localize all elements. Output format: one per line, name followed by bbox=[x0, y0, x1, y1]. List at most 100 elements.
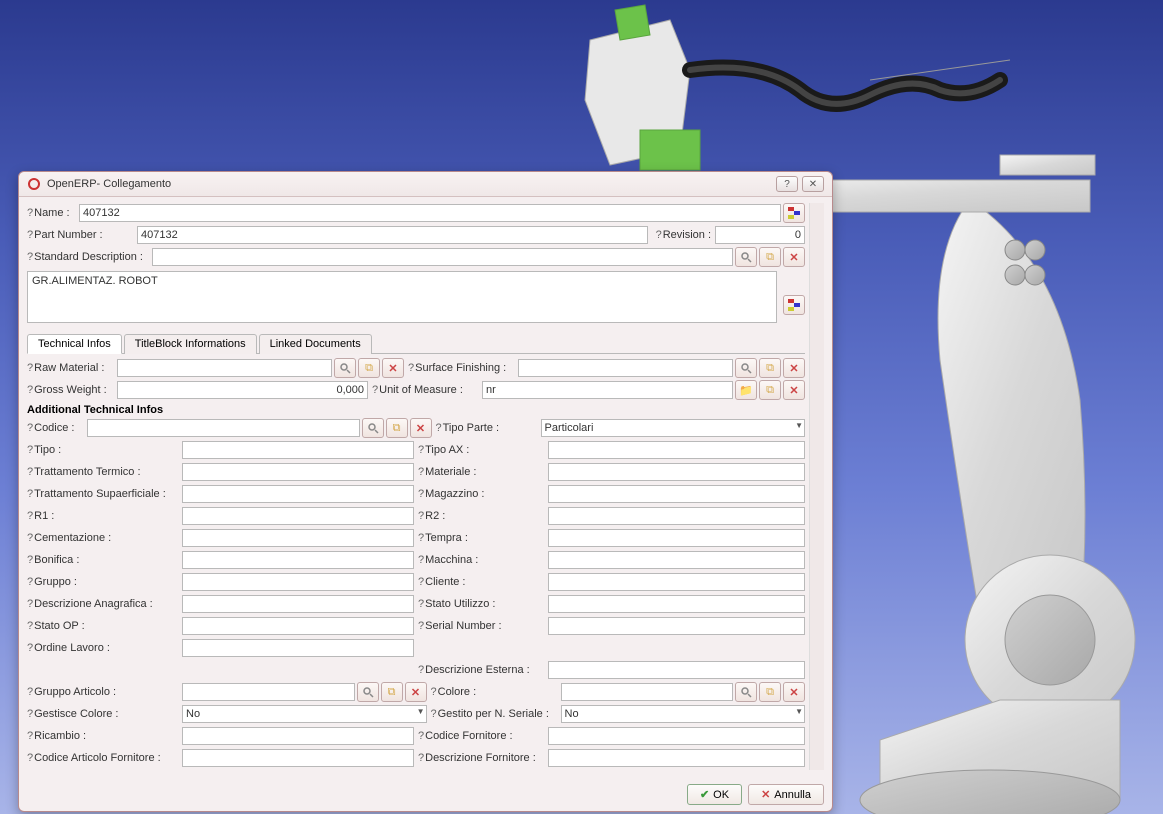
cancel-button[interactable]: ✕Annulla bbox=[748, 784, 824, 805]
std-desc-label: ?Standard Description : bbox=[27, 251, 152, 263]
uom-open[interactable]: ⧉ bbox=[759, 380, 781, 400]
gruppo-articolo-clear[interactable]: ✕ bbox=[405, 682, 427, 702]
part-number-label: ?Part Number : bbox=[27, 229, 137, 241]
codice-input[interactable] bbox=[87, 419, 360, 437]
surface-finishing-input[interactable] bbox=[518, 359, 733, 377]
desc-anag-input[interactable] bbox=[182, 595, 414, 613]
tratt-termico-input[interactable] bbox=[182, 463, 414, 481]
stato-utilizzo-label: ?Stato Utilizzo : bbox=[418, 598, 548, 610]
vertical-scrollbar[interactable] bbox=[809, 203, 824, 770]
gestito-seriale-select[interactable] bbox=[561, 705, 806, 723]
tipo-parte-label: ?Tipo Parte : bbox=[436, 422, 541, 434]
uom-input[interactable] bbox=[482, 381, 733, 399]
name-label: ?Name : bbox=[27, 207, 79, 219]
ricambio-label: ?Ricambio : bbox=[27, 730, 182, 742]
part-number-input[interactable] bbox=[137, 226, 648, 244]
std-desc-input[interactable] bbox=[152, 248, 733, 266]
stato-utilizzo-input[interactable] bbox=[548, 595, 805, 613]
cliente-input[interactable] bbox=[548, 573, 805, 591]
materiale-label: ?Materiale : bbox=[418, 466, 548, 478]
codice-art-forn-input[interactable] bbox=[182, 749, 414, 767]
dialog-title: OpenERP- Collegamento bbox=[47, 178, 772, 190]
gruppo-articolo-input[interactable] bbox=[182, 683, 355, 701]
r2-input[interactable] bbox=[548, 507, 805, 525]
magazzino-input[interactable] bbox=[548, 485, 805, 503]
codice-fornitore-label: ?Codice Fornitore : bbox=[418, 730, 548, 742]
desc-esterna-label: ?Descrizione Esterna : bbox=[418, 664, 548, 676]
gruppo-articolo-label: ?Gruppo Articolo : bbox=[27, 686, 182, 698]
gestito-seriale-label: ?Gestito per N. Seriale : bbox=[431, 708, 561, 720]
tipo-input[interactable] bbox=[182, 441, 414, 459]
macchina-input[interactable] bbox=[548, 551, 805, 569]
tabs: Technical Infos TitleBlock Informations … bbox=[27, 333, 805, 354]
tempra-input[interactable] bbox=[548, 529, 805, 547]
gruppo-input[interactable] bbox=[182, 573, 414, 591]
colore-input[interactable] bbox=[561, 683, 734, 701]
surface-finishing-open[interactable]: ⧉ bbox=[759, 358, 781, 378]
tipo-label: ?Tipo : bbox=[27, 444, 182, 456]
tempra-label: ?Tempra : bbox=[418, 532, 548, 544]
raw-material-label: ?Raw Material : bbox=[27, 362, 117, 374]
gruppo-articolo-open[interactable]: ⧉ bbox=[381, 682, 403, 702]
search-button[interactable] bbox=[735, 247, 757, 267]
stato-op-input[interactable] bbox=[182, 617, 414, 635]
uom-clear[interactable]: ✕ bbox=[783, 380, 805, 400]
help-button[interactable]: ? bbox=[776, 176, 798, 192]
tipo-ax-input[interactable] bbox=[548, 441, 805, 459]
serial-input[interactable] bbox=[548, 617, 805, 635]
check-icon: ✔ bbox=[700, 788, 709, 801]
revision-label: ?Revision : bbox=[656, 229, 715, 241]
open-button[interactable]: ⧉ bbox=[759, 247, 781, 267]
ricambio-input[interactable] bbox=[182, 727, 414, 745]
tipo-parte-select[interactable] bbox=[541, 419, 806, 437]
gruppo-label: ?Gruppo : bbox=[27, 576, 182, 588]
desc-anag-label: ?Descrizione Anagrafica : bbox=[27, 598, 182, 610]
tab-technical-infos[interactable]: Technical Infos bbox=[27, 334, 122, 354]
colore-open[interactable]: ⧉ bbox=[759, 682, 781, 702]
r2-label: ?R2 : bbox=[418, 510, 548, 522]
gross-weight-input[interactable] bbox=[117, 381, 368, 399]
close-icon: ✕ bbox=[761, 788, 770, 801]
ordine-lavoro-input[interactable] bbox=[182, 639, 414, 657]
desc-fornitore-input[interactable] bbox=[548, 749, 805, 767]
surface-finishing-search[interactable] bbox=[735, 358, 757, 378]
codice-clear[interactable]: ✕ bbox=[410, 418, 432, 438]
gestisce-colore-select[interactable] bbox=[182, 705, 427, 723]
codice-art-forn-label: ?Codice Articolo Fornitore : bbox=[27, 752, 182, 764]
gruppo-articolo-search[interactable] bbox=[357, 682, 379, 702]
tab-titleblock-informations[interactable]: TitleBlock Informations bbox=[124, 334, 257, 354]
materiale-input[interactable] bbox=[548, 463, 805, 481]
uom-folder[interactable]: 📁 bbox=[735, 380, 757, 400]
codice-fornitore-input[interactable] bbox=[548, 727, 805, 745]
desc-esterna-input[interactable] bbox=[548, 661, 805, 679]
close-button[interactable]: ✕ bbox=[802, 176, 824, 192]
colore-search[interactable] bbox=[735, 682, 757, 702]
raw-material-open[interactable]: ⧉ bbox=[358, 358, 380, 378]
raw-material-input[interactable] bbox=[117, 359, 332, 377]
revision-input[interactable] bbox=[715, 226, 805, 244]
surface-finishing-clear[interactable]: ✕ bbox=[783, 358, 805, 378]
name-input[interactable] bbox=[79, 204, 781, 222]
raw-material-search[interactable] bbox=[334, 358, 356, 378]
tab-linked-documents[interactable]: Linked Documents bbox=[259, 334, 372, 354]
cementazione-input[interactable] bbox=[182, 529, 414, 547]
macchina-label: ?Macchina : bbox=[418, 554, 548, 566]
surface-finishing-label: ?Surface Finishing : bbox=[408, 362, 518, 374]
ok-button[interactable]: ✔OK bbox=[687, 784, 742, 805]
raw-material-clear[interactable]: ✕ bbox=[382, 358, 404, 378]
desc-fornitore-label: ?Descrizione Fornitore : bbox=[418, 752, 548, 764]
r1-input[interactable] bbox=[182, 507, 414, 525]
gross-weight-label: ?Gross Weight : bbox=[27, 384, 117, 396]
colore-clear[interactable]: ✕ bbox=[783, 682, 805, 702]
r1-label: ?R1 : bbox=[27, 510, 182, 522]
translate-button[interactable] bbox=[783, 203, 805, 223]
codice-search[interactable] bbox=[362, 418, 384, 438]
description-textarea[interactable]: GR.ALIMENTAZ. ROBOT bbox=[27, 271, 777, 323]
translate-description-button[interactable] bbox=[783, 295, 805, 315]
dialog-titlebar[interactable]: OpenERP- Collegamento ? ✕ bbox=[19, 172, 832, 197]
bonifica-input[interactable] bbox=[182, 551, 414, 569]
clear-button[interactable]: ✕ bbox=[783, 247, 805, 267]
tratt-sup-label: ?Trattamento Supaerficiale : bbox=[27, 488, 182, 500]
tratt-sup-input[interactable] bbox=[182, 485, 414, 503]
codice-open[interactable]: ⧉ bbox=[386, 418, 408, 438]
